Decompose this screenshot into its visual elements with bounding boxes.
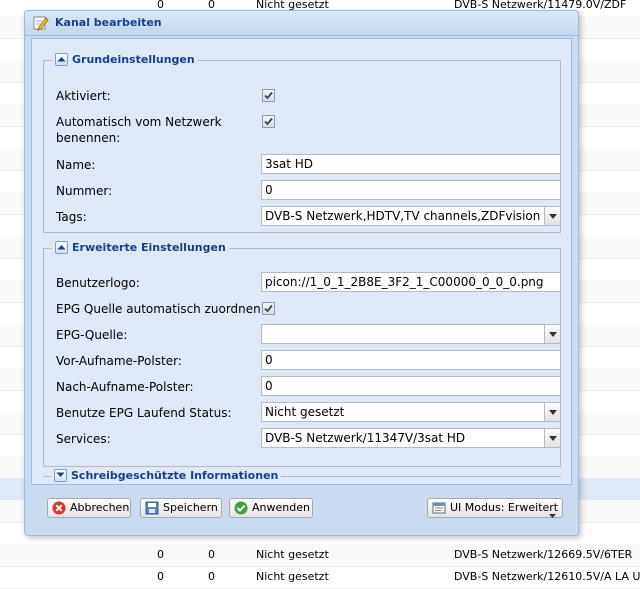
- apply-check-icon: [234, 501, 248, 515]
- background-cell: 0: [208, 570, 215, 583]
- epg-source-combo[interactable]: [261, 324, 561, 344]
- epg-source-label: EPG-Quelle:: [56, 328, 128, 342]
- ui-mode-icon: [432, 501, 446, 515]
- readonly-title: Schreibgeschützte Informationen: [71, 469, 279, 482]
- dialog-header[interactable]: Kanal bearbeiten: [25, 11, 578, 36]
- background-cell: 0: [157, 548, 164, 561]
- basic-settings-title: Grundeinstellungen: [72, 53, 195, 66]
- basic-settings-legend[interactable]: Grundeinstellungen: [52, 53, 198, 66]
- chevron-down-icon[interactable]: [544, 325, 560, 343]
- cancel-button[interactable]: Abbrechen: [47, 498, 131, 518]
- userlogo-label: Benutzerlogo:: [56, 276, 140, 290]
- background-row[interactable]: 0 0 Nicht gesetzt DVB-S Netzwerk/12669.5V/6…: [0, 544, 640, 567]
- save-button[interactable]: Speichern: [140, 498, 222, 518]
- ui-mode-label: UI Modus: Erweitert: [450, 501, 559, 514]
- expand-icon[interactable]: [54, 469, 67, 482]
- userlogo-input[interactable]: picon://1_0_1_2B8E_3F2_1_C00000_0_0_0.pn…: [261, 272, 561, 292]
- services-label: Services:: [56, 432, 111, 446]
- epg-running-combo[interactable]: Nicht gesetzt: [261, 402, 561, 422]
- tags-combo[interactable]: DVB-S Netzwerk,HDTV,TV channels,ZDFvisio…: [261, 206, 561, 226]
- dialog-body: Grundeinstellungen Aktiviert: Automatisc…: [31, 38, 572, 485]
- autoname-label: Automatisch vom Netzwerk benennen:: [56, 115, 222, 145]
- save-button-label: Speichern: [163, 501, 218, 514]
- background-cell: DVB-S Netzwerk/12610.5V/A LA UNE: [454, 570, 640, 583]
- name-input[interactable]: 3sat HD: [261, 154, 561, 174]
- services-combo[interactable]: DVB-S Netzwerk/11347V/3sat HD: [261, 428, 561, 448]
- advanced-settings-legend[interactable]: Erweiterte Einstellungen: [52, 241, 229, 254]
- pre-padding-label: Vor-Aufname-Polster:: [56, 354, 182, 368]
- collapse-icon[interactable]: [55, 241, 68, 254]
- chevron-down-icon[interactable]: [544, 429, 560, 447]
- dialog-title: Kanal bearbeiten: [55, 16, 162, 29]
- collapse-icon[interactable]: [55, 53, 68, 66]
- cancel-button-label: Abbrechen: [70, 501, 130, 514]
- ui-mode-button[interactable]: UI Modus: Erweitert: [427, 498, 563, 518]
- background-cell: 0: [157, 570, 164, 583]
- edit-pencil-icon: [33, 15, 49, 31]
- number-label: Nummer:: [56, 184, 113, 198]
- name-label: Name:: [56, 158, 96, 172]
- background-cell: Nicht gesetzt: [256, 548, 329, 561]
- enabled-label: Aktiviert:: [56, 89, 111, 103]
- readonly-legend[interactable]: Schreibgeschützte Informationen: [51, 469, 282, 482]
- background-cell: DVB-S Netzwerk/12669.5V/6TER: [454, 548, 633, 561]
- readonly-section: Schreibgeschützte Informationen: [43, 469, 561, 482]
- autoname-checkbox[interactable]: [262, 115, 275, 128]
- save-icon: [145, 501, 159, 515]
- post-padding-label: Nach-Aufname-Polster:: [56, 380, 194, 394]
- epg-auto-label: EPG Quelle automatisch zuordnen:: [56, 302, 265, 316]
- chevron-down-icon[interactable]: [544, 403, 560, 421]
- epg-running-value: Nicht gesetzt: [265, 405, 345, 419]
- post-padding-input[interactable]: 0: [261, 376, 561, 396]
- epg-auto-checkbox[interactable]: [262, 302, 275, 315]
- tags-label: Tags:: [56, 210, 87, 224]
- enabled-checkbox[interactable]: [262, 89, 275, 102]
- cancel-icon: [52, 501, 66, 515]
- advanced-settings-title: Erweiterte Einstellungen: [72, 241, 226, 254]
- number-input[interactable]: 0: [261, 180, 561, 200]
- tags-value: DVB-S Netzwerk,HDTV,TV channels,ZDFvisio…: [265, 209, 541, 223]
- pre-padding-input[interactable]: 0: [261, 350, 561, 370]
- background-cell: 0: [208, 548, 215, 561]
- background-cell: Nicht gesetzt: [256, 570, 329, 583]
- services-value: DVB-S Netzwerk/11347V/3sat HD: [265, 431, 466, 445]
- background-row[interactable]: 0 0 Nicht gesetzt DVB-S Netzwerk/12610.5V/A…: [0, 566, 640, 589]
- apply-button[interactable]: Anwenden: [229, 498, 313, 518]
- apply-button-label: Anwenden: [252, 501, 310, 514]
- dropdown-arrow-icon: [549, 506, 556, 524]
- epg-running-label: Benutze EPG Laufend Status:: [56, 406, 232, 420]
- edit-channel-dialog: Kanal bearbeiten Grundeinstellungen Akti…: [24, 10, 579, 536]
- chevron-down-icon[interactable]: [544, 207, 560, 225]
